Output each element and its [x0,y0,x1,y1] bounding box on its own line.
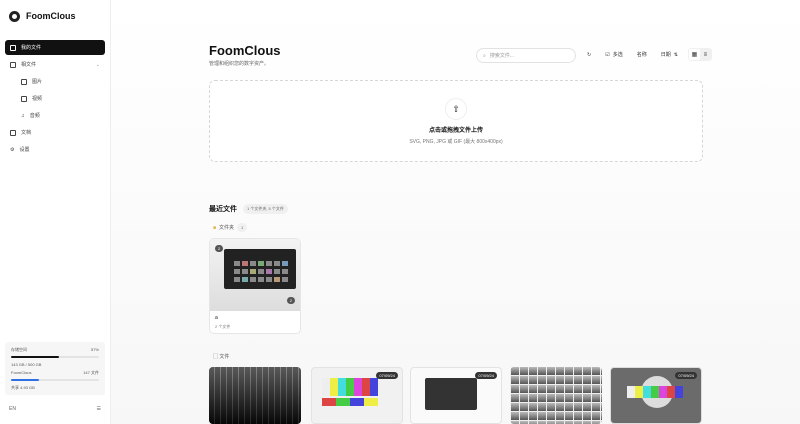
refresh-icon: ↻ [587,51,592,58]
file-date-badge: 07/09/24 [675,372,697,379]
folder-icon: ■ [213,224,217,231]
folders-section-label: ■ 文件夹 1 [213,223,248,232]
video-icon [21,95,27,102]
checkbox-icon: ☑ [605,51,610,58]
search-box[interactable]: ⌕ 搜索文件... [476,48,576,63]
photo-icon [21,78,27,85]
folders-count: 1 [237,223,248,232]
menu-icon[interactable]: ☰ [97,406,101,412]
sidebar-item-my-files[interactable]: 我的文件 [5,40,105,55]
page-title: FoomClous [209,43,281,58]
folder-thumbnail: 2 2 [210,239,300,311]
recent-count-badge: 1 个文件夹, 5 个文件 [243,204,288,214]
sidebar-item-documents[interactable]: 文档 [5,125,105,140]
storage-label: 存储空间 [11,347,27,352]
search-input[interactable]: 搜索文件... [490,52,514,59]
sidebar-item-label: 设置 [19,147,30,153]
file-thumbnail[interactable]: 07/09/24 [610,367,702,424]
multi-select-button[interactable]: ☑ 多选 [601,48,627,61]
upload-cloud-icon: ⇧ [445,98,467,120]
page-subtitle: 管理和组织您的数字资产。 [209,61,270,67]
test-pattern-bars [322,398,378,406]
sort-date-button[interactable]: 日期 ⇅ [657,48,682,61]
sidebar-footer: EN ☰ [9,406,101,412]
list-view-icon[interactable]: ≡ [700,49,711,60]
sidebar-item-label: 音频 [29,113,40,119]
sidebar: FoomClous 我的文件 相文件 ⌄ 图片 视频 ♫ 音频 文档 ⚙ 设置 … [0,0,111,424]
multi-select-label: 多选 [612,52,623,58]
folder-icon [10,44,16,51]
storage-percent: 57% [90,347,99,352]
storage-usage-text: 143 GB / 500 GB [11,362,42,367]
upload-title: 点击或拖拽文件上传 [428,128,483,134]
folder-badge-top: 2 [215,245,224,252]
recent-heading: 最近文件 [209,206,237,213]
storage-file-count: 147 文件 [83,370,99,375]
file-thumbnail[interactable]: 07/09/24 [311,367,403,424]
files-label: 文件 [219,354,230,360]
upload-subtitle: SVG, PNG, JPG 或 GIF (最大 800x400px) [409,139,503,145]
language-switch[interactable]: EN [9,406,16,412]
sidebar-nav: 我的文件 相文件 ⌄ 图片 视频 ♫ 音频 文档 ⚙ 设置 [5,40,105,159]
folder-file-count: 2 个文件 [215,324,231,329]
search-icon: ⌕ [483,52,486,59]
recent-header: 最近文件 1 个文件夹, 5 个文件 [209,204,288,214]
main-content: FoomClous 管理和组织您的数字资产。 ⌕ 搜索文件... ↻ ☑ 多选 … [111,0,800,424]
sort-name-button[interactable]: 名称 [633,48,651,61]
toolbar: ↻ ☑ 多选 名称 日期 ⇅ ▦ ≡ [583,48,712,61]
sidebar-item-settings[interactable]: ⚙ 设置 [5,142,105,157]
folder-name: a [215,315,218,321]
screenshot-preview [425,378,477,410]
chevron-down-icon: ⌄ [95,61,100,68]
file-date-badge: 07/09/24 [475,372,497,379]
sidebar-item-label: 相文件 [21,62,37,68]
sidebar-item-label: 我的文件 [21,45,42,51]
folders-label: 文件夹 [219,225,235,231]
sidebar-item-videos[interactable]: 视频 [5,91,105,106]
sidebar-item-label: 图片 [32,79,43,85]
storage-app-label: FoomClous [11,370,32,375]
app-progress-bar [11,379,99,381]
sidebar-item-images[interactable]: 图片 [5,74,105,89]
file-thumbnail[interactable] [510,367,602,424]
storage-progress-bar [11,356,99,358]
folder-badge-bottom: 2 [286,297,295,304]
file-date-badge: 07/09/24 [376,372,398,379]
sidebar-item-label: 视频 [32,96,43,102]
sidebar-item-label: 文档 [21,130,32,136]
sort-date-label: 日期 [660,52,671,58]
music-icon: ♫ [21,112,25,119]
image-icon [10,61,16,68]
storage-panel: 存储空间 57% 143 GB / 500 GB FoomClous 147 文… [5,342,105,395]
sort-icon: ⇅ [673,51,678,58]
brand[interactable]: FoomClous [9,8,76,24]
logo-icon [9,10,20,22]
file-thumbnail[interactable]: 07/09/24 [410,367,502,424]
gear-icon: ⚙ [10,146,15,153]
upload-dropzone[interactable]: ⇧ 点击或拖拽文件上传 SVG, PNG, JPG 或 GIF (最大 800x… [209,80,703,162]
test-pattern-image [322,378,378,396]
refresh-button[interactable]: ↻ [583,48,595,61]
brand-name: FoomClous [26,11,76,21]
file-thumbnail[interactable] [209,367,301,424]
sort-name-label: 名称 [636,52,647,58]
test-card-bars [627,386,683,398]
sidebar-item-audio[interactable]: ♫ 音频 [5,108,105,123]
sidebar-item-media[interactable]: 相文件 ⌄ [5,57,105,72]
grid-view-icon[interactable]: ▦ [688,49,700,60]
document-icon [10,129,16,136]
storage-shared-text: 共享 4.93 GB [11,385,35,390]
files-section-label: ▢ 文件 [213,354,230,360]
view-toggle: ▦ ≡ [687,48,712,61]
folder-preview-image [224,249,296,289]
folder-card[interactable]: 2 2 a 2 个文件 [209,238,301,334]
